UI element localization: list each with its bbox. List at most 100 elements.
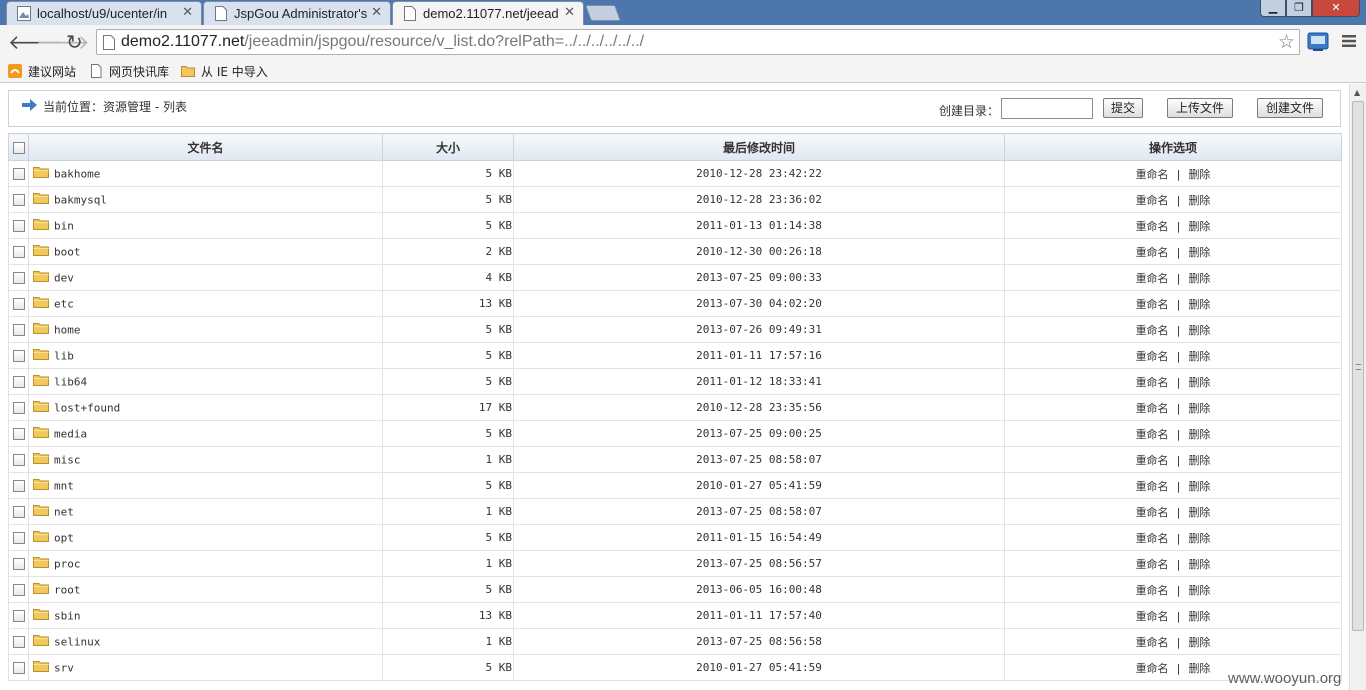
- delete-link[interactable]: 删除: [1188, 506, 1210, 519]
- rename-link[interactable]: 重命名: [1136, 272, 1169, 285]
- row-checkbox[interactable]: [12, 428, 25, 440]
- rename-link[interactable]: 重命名: [1136, 532, 1169, 545]
- scrollbar-thumb[interactable]: [1352, 101, 1364, 631]
- rename-link[interactable]: 重命名: [1136, 454, 1169, 467]
- delete-link[interactable]: 删除: [1188, 194, 1210, 207]
- rename-link[interactable]: 重命名: [1136, 584, 1169, 597]
- rename-link[interactable]: 重命名: [1136, 324, 1169, 337]
- rename-link[interactable]: 重命名: [1136, 480, 1169, 493]
- rename-link[interactable]: 重命名: [1136, 350, 1169, 363]
- bookmark-star-icon[interactable]: ☆: [1278, 31, 1295, 53]
- row-checkbox[interactable]: [12, 532, 25, 544]
- vertical-scrollbar[interactable]: ▲: [1349, 84, 1366, 690]
- row-checkbox[interactable]: [12, 376, 25, 388]
- column-header-name[interactable]: 文件名: [28, 133, 383, 161]
- row-checkbox[interactable]: [12, 194, 25, 206]
- bookmark-import-ie[interactable]: 从 IE 中导入: [181, 62, 273, 80]
- file-name-link[interactable]: lib: [54, 349, 74, 362]
- browser-tab[interactable]: localhost/u9/ucenter/in ✕: [6, 1, 202, 25]
- delete-link[interactable]: 删除: [1188, 584, 1210, 597]
- delete-link[interactable]: 删除: [1188, 636, 1210, 649]
- row-checkbox[interactable]: [12, 168, 25, 180]
- delete-link[interactable]: 删除: [1188, 558, 1210, 571]
- row-checkbox[interactable]: [12, 402, 25, 414]
- row-checkbox[interactable]: [12, 324, 25, 336]
- delete-link[interactable]: 删除: [1188, 428, 1210, 441]
- row-checkbox[interactable]: [12, 584, 25, 596]
- rename-link[interactable]: 重命名: [1136, 662, 1169, 675]
- create-file-button[interactable]: 创建文件: [1257, 98, 1323, 118]
- file-name-link[interactable]: media: [54, 427, 87, 440]
- delete-link[interactable]: 删除: [1188, 402, 1210, 415]
- make-dir-input[interactable]: [1001, 98, 1093, 119]
- rename-link[interactable]: 重命名: [1136, 298, 1169, 311]
- rename-link[interactable]: 重命名: [1136, 246, 1169, 259]
- select-all-checkbox[interactable]: [12, 141, 25, 154]
- delete-link[interactable]: 删除: [1188, 454, 1210, 467]
- file-name-link[interactable]: etc: [54, 297, 74, 310]
- browser-tab-active[interactable]: demo2.11077.net/jeead ✕: [392, 1, 584, 25]
- rename-link[interactable]: 重命名: [1136, 376, 1169, 389]
- column-header-size[interactable]: 大小: [382, 133, 514, 161]
- delete-link[interactable]: 删除: [1188, 246, 1210, 259]
- file-name-link[interactable]: proc: [54, 557, 81, 570]
- row-checkbox[interactable]: [12, 298, 25, 310]
- delete-link[interactable]: 删除: [1188, 662, 1210, 675]
- tab-close-icon[interactable]: ✕: [371, 5, 382, 20]
- rename-link[interactable]: 重命名: [1136, 610, 1169, 623]
- file-name-link[interactable]: dev: [54, 271, 74, 284]
- delete-link[interactable]: 删除: [1188, 350, 1210, 363]
- rename-link[interactable]: 重命名: [1136, 220, 1169, 233]
- column-header-modified[interactable]: 最后修改时间: [513, 133, 1005, 161]
- file-name-link[interactable]: root: [54, 583, 81, 596]
- delete-link[interactable]: 删除: [1188, 324, 1210, 337]
- rename-link[interactable]: 重命名: [1136, 428, 1169, 441]
- extension-icon[interactable]: [1307, 32, 1329, 52]
- menu-icon[interactable]: [1342, 34, 1356, 48]
- row-checkbox[interactable]: [12, 272, 25, 284]
- file-name-link[interactable]: opt: [54, 531, 74, 544]
- file-name-link[interactable]: bin: [54, 219, 74, 232]
- delete-link[interactable]: 删除: [1188, 610, 1210, 623]
- row-checkbox[interactable]: [12, 480, 25, 492]
- close-window-button[interactable]: ✕: [1312, 0, 1360, 17]
- bookmark-suggested-sites[interactable]: 建议网站: [8, 62, 82, 80]
- file-name-link[interactable]: home: [54, 323, 81, 336]
- rename-link[interactable]: 重命名: [1136, 402, 1169, 415]
- row-checkbox[interactable]: [12, 610, 25, 622]
- delete-link[interactable]: 删除: [1188, 298, 1210, 311]
- browser-tab[interactable]: JspGou Administrator's ✕: [203, 1, 391, 25]
- row-checkbox[interactable]: [12, 636, 25, 648]
- submit-button[interactable]: 提交: [1103, 98, 1143, 118]
- new-tab-button[interactable]: [585, 5, 621, 21]
- rename-link[interactable]: 重命名: [1136, 558, 1169, 571]
- file-name-link[interactable]: selinux: [54, 635, 100, 648]
- upload-file-button[interactable]: 上传文件: [1167, 98, 1233, 118]
- tab-close-icon[interactable]: ✕: [182, 5, 193, 20]
- maximize-button[interactable]: ❐: [1286, 0, 1312, 17]
- row-checkbox[interactable]: [12, 350, 25, 362]
- scroll-up-icon[interactable]: ▲: [1354, 88, 1360, 97]
- row-checkbox[interactable]: [12, 220, 25, 232]
- file-name-link[interactable]: mnt: [54, 479, 74, 492]
- rename-link[interactable]: 重命名: [1136, 168, 1169, 181]
- row-checkbox[interactable]: [12, 506, 25, 518]
- tab-close-icon[interactable]: ✕: [564, 5, 575, 20]
- file-name-link[interactable]: lost+found: [54, 401, 120, 414]
- file-name-link[interactable]: bakhome: [54, 167, 100, 180]
- file-name-link[interactable]: lib64: [54, 375, 87, 388]
- file-name-link[interactable]: misc: [54, 453, 81, 466]
- file-name-link[interactable]: boot: [54, 245, 81, 258]
- file-name-link[interactable]: sbin: [54, 609, 81, 622]
- delete-link[interactable]: 删除: [1188, 220, 1210, 233]
- delete-link[interactable]: 删除: [1188, 376, 1210, 389]
- row-checkbox[interactable]: [12, 558, 25, 570]
- bookmark-web-slice[interactable]: 网页快讯库: [89, 62, 175, 80]
- address-bar[interactable]: demo2.11077.net/jeeadmin/jspgou/resource…: [96, 29, 1300, 55]
- row-checkbox[interactable]: [12, 454, 25, 466]
- file-name-link[interactable]: net: [54, 505, 74, 518]
- row-checkbox[interactable]: [12, 246, 25, 258]
- delete-link[interactable]: 删除: [1188, 532, 1210, 545]
- file-name-link[interactable]: srv: [54, 661, 74, 674]
- delete-link[interactable]: 删除: [1188, 272, 1210, 285]
